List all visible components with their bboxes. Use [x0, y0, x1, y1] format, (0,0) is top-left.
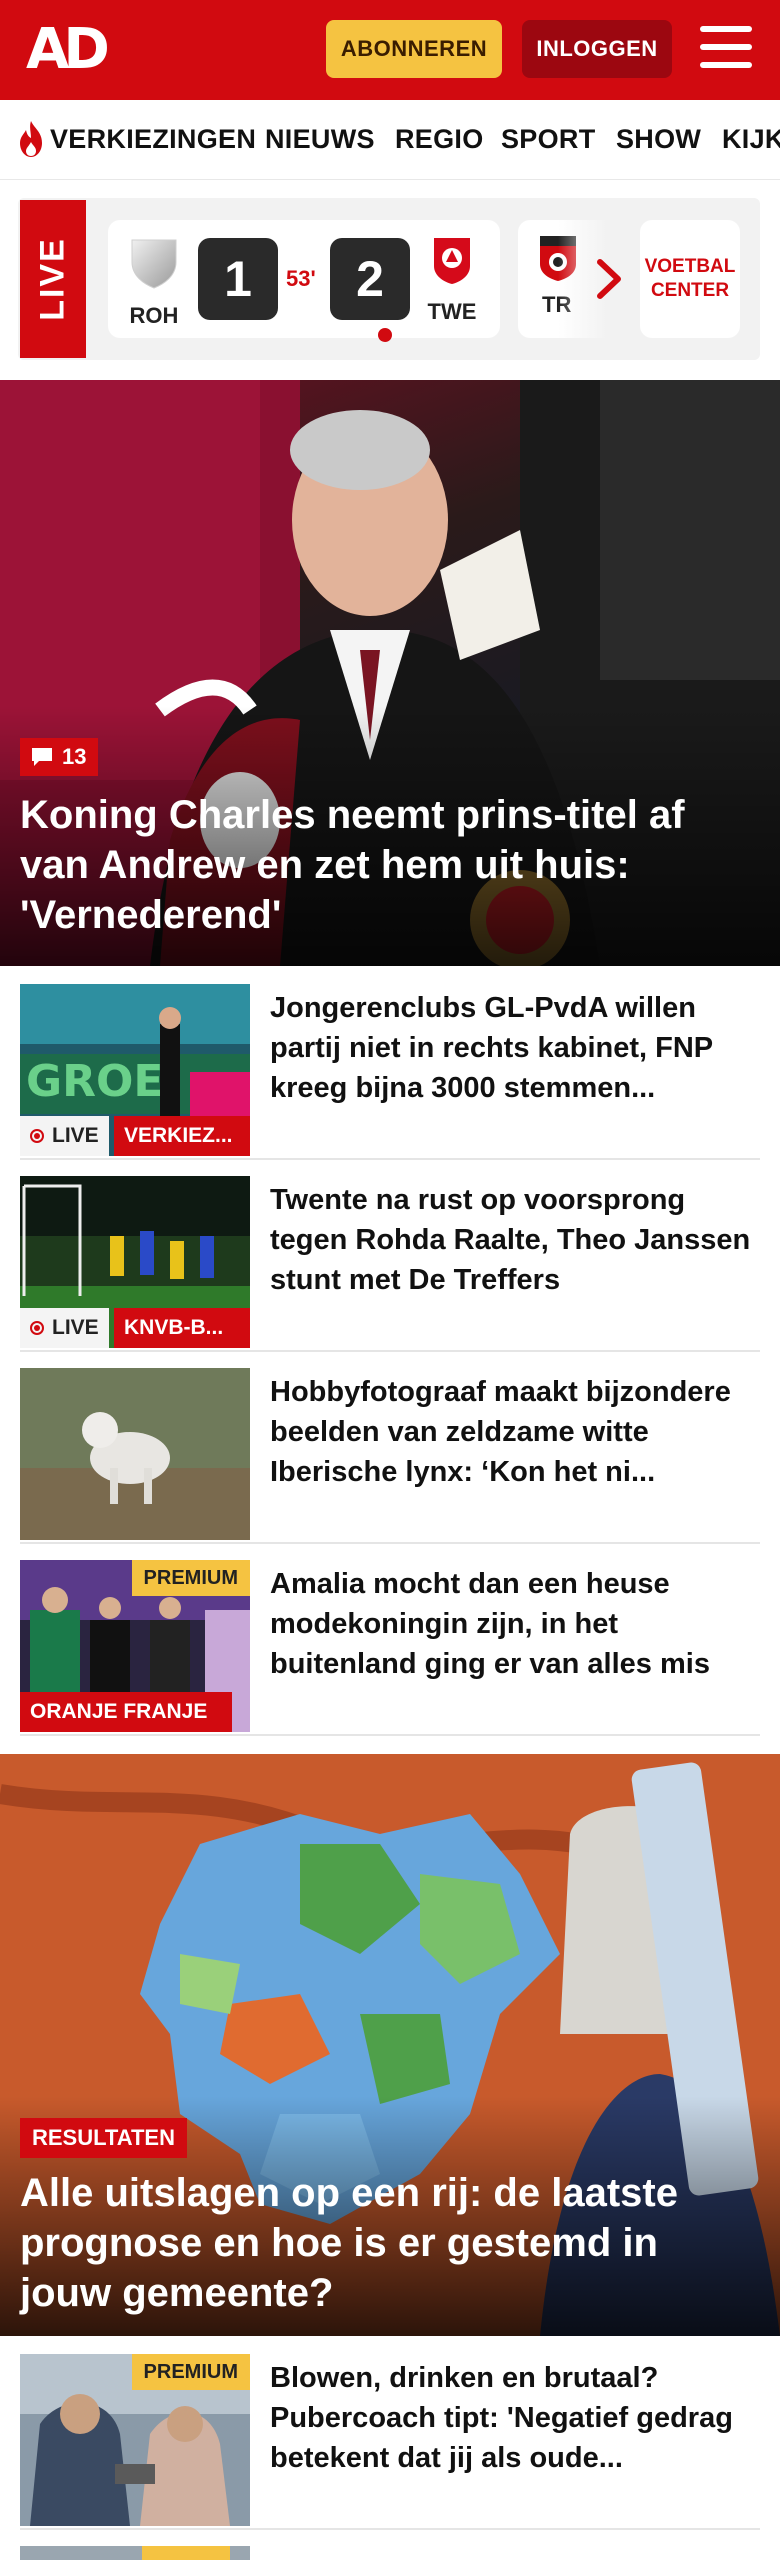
article-image [20, 1368, 250, 1540]
article-thumbnail: GROE LIVE VERKIEZ... [20, 984, 250, 1156]
ad-logo[interactable]: AD [26, 22, 116, 78]
voetbal-center-link[interactable]: VOETBAL CENTER [640, 220, 740, 338]
goal-indicator-dot [378, 328, 392, 342]
away-team: TWE [422, 236, 482, 325]
premium-tag: PREMIUM [131, 1560, 250, 1596]
nav-item-show[interactable]: SHOW [616, 124, 701, 155]
article-title[interactable]: Blowen, drinken en brutaal? Pubercoach t… [270, 2358, 760, 2478]
article-thumbnail: PREMIUM [20, 2354, 250, 2526]
live-label-tag: LIVE [20, 200, 86, 358]
comment-count: 13 [62, 744, 87, 769]
live-record-icon [30, 1129, 44, 1143]
comment-count-badge[interactable]: 13 [20, 738, 98, 776]
live-tag: LIVE [20, 1308, 109, 1348]
article-list-item[interactable]: PREMIUM ORANJE FRANJE Amalia mocht dan e… [20, 1560, 760, 1736]
top-header: AD ABONNEREN INLOGGEN [0, 0, 780, 100]
hamburger-menu-icon[interactable] [700, 26, 752, 72]
live-scores-bar: LIVE ROH 1 53' 2 TWE TR VOETBAL CENTER [18, 198, 760, 360]
category-tag: KNVB-B... [114, 1308, 250, 1348]
home-score: 1 [198, 238, 278, 320]
match-card[interactable]: ROH 1 53' 2 TWE [108, 220, 500, 342]
category-tag: VERKIEZ... [114, 1116, 250, 1156]
article-thumbnail: LIVE KNVB-B... [20, 1176, 250, 1348]
home-team-code: ROH [129, 303, 179, 328]
away-score: 2 [330, 238, 410, 320]
feature-article[interactable]: RESULTATEN Alle uitslagen op een rij: de… [0, 1754, 780, 2336]
hero-title[interactable]: Koning Charles neemt prins-titel af van … [20, 790, 760, 940]
article-title[interactable]: Amalia mocht dan een heuse modekoningin … [270, 1564, 760, 1684]
article-list-item[interactable]: LIVE KNVB-B... Twente na rust op voorspr… [20, 1176, 760, 1352]
live-tag: LIVE [20, 1116, 109, 1156]
hero-article[interactable]: 13 Koning Charles neemt prins-titel af v… [0, 380, 780, 966]
nav-item-verkiezingen[interactable]: VERKIEZINGEN [50, 124, 256, 155]
login-button[interactable]: INLOGGEN [522, 20, 672, 78]
article-list-item[interactable]: GROE LIVE VERKIEZ... Jongerenclubs GL-Pv… [20, 984, 760, 1160]
comment-icon [32, 748, 52, 766]
nav-item-nieuws[interactable]: NIEUWS [265, 124, 375, 155]
live-record-icon [30, 1321, 44, 1335]
match-minute: 53' [286, 266, 316, 291]
home-team: ROH [126, 236, 182, 329]
article-list-item[interactable]: PREMIUM Blowen, drinken en brutaal? Pube… [20, 2354, 760, 2530]
article-title[interactable]: Twente na rust op voorsprong tegen Rohda… [270, 1180, 760, 1300]
article-title[interactable]: Hobbyfotograaf maakt bijzondere beelden … [270, 1372, 760, 1492]
main-navigation: VERKIEZINGEN NIEUWS REGIO SPORT SHOW KIJ… [0, 100, 780, 180]
fc-twente-crest-icon [434, 238, 470, 284]
home-team-shield-icon [131, 239, 177, 289]
article-list-item[interactable]: Hobbyfotograaf maakt bijzondere beelden … [20, 1368, 760, 1544]
premium-tag: PREMIUM [131, 2354, 250, 2390]
category-tag: ORANJE FRANJE [20, 1692, 232, 1732]
flame-icon [20, 121, 42, 157]
article-title[interactable]: Jongerenclubs GL-PvdA willen partij niet… [270, 988, 760, 1108]
article-thumbnail: PREMIUM ORANJE FRANJE [20, 1560, 250, 1732]
nav-item-regio[interactable]: REGIO [395, 124, 484, 155]
nav-item-kijk[interactable]: KIJK [722, 124, 780, 155]
feature-title[interactable]: Alle uitslagen op een rij: de laatste pr… [20, 2168, 760, 2318]
chevron-right-icon[interactable] [590, 256, 630, 302]
voetbal-center-label-2: CENTER [650, 280, 730, 301]
article-thumbnail [20, 1368, 250, 1540]
results-tag: RESULTATEN [20, 2118, 187, 2158]
away-team-code: TWE [427, 299, 477, 324]
voetbal-center-label-1: VOETBAL [644, 256, 736, 277]
svg-text:GROE: GROE [26, 1056, 163, 1107]
subscribe-button[interactable]: ABONNEREN [326, 20, 502, 78]
next-premium-tag-partial [142, 2546, 230, 2560]
nav-item-sport[interactable]: SPORT [501, 124, 596, 155]
